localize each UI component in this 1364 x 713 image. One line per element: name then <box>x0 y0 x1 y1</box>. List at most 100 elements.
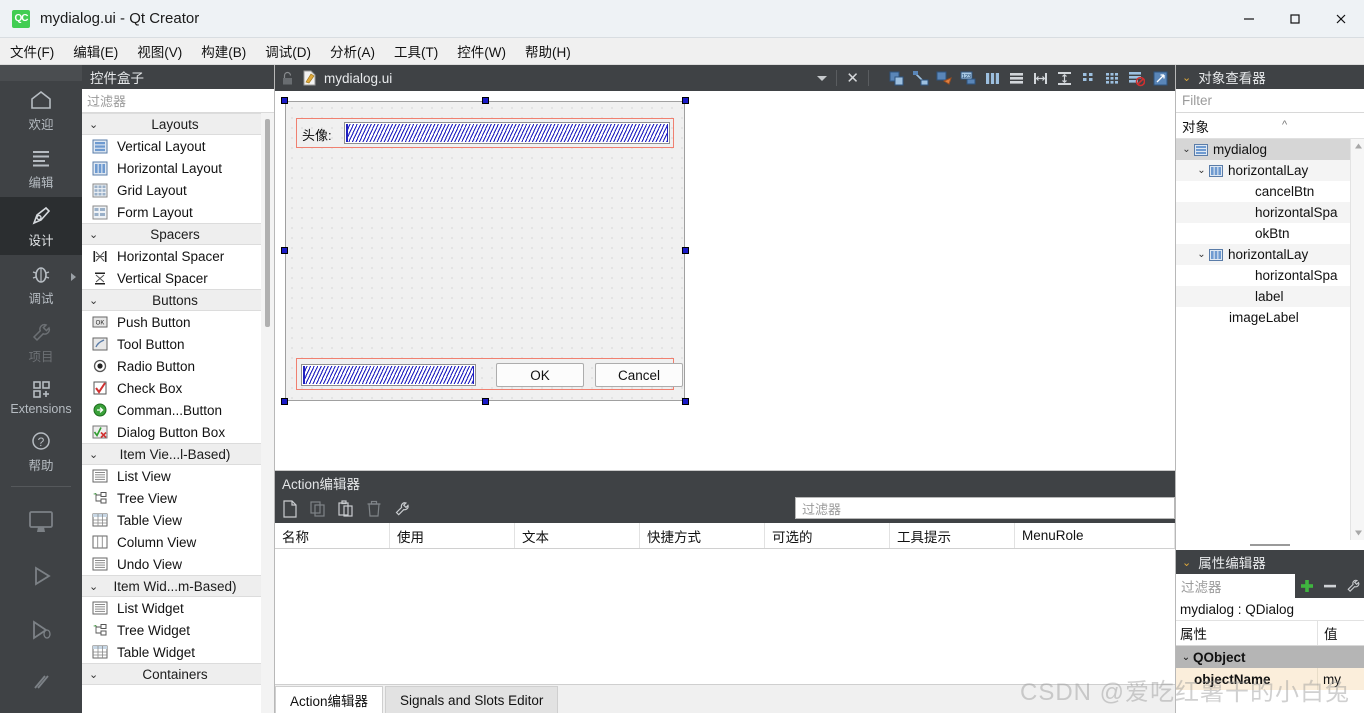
widget-item-push-button[interactable]: OK Push Button <box>82 311 274 333</box>
menu-help[interactable]: 帮助(H) <box>516 38 580 64</box>
form-cancel-button[interactable]: Cancel <box>595 363 683 387</box>
widget-item-table-view[interactable]: Table View <box>82 509 274 531</box>
scroll-up-arrow-icon[interactable] <box>1351 139 1364 153</box>
object-inspector-column-header[interactable]: 对象 ^ <box>1176 113 1364 139</box>
object-row-cancelBtn[interactable]: cancelBtn <box>1176 181 1364 202</box>
build-icon[interactable] <box>24 657 58 707</box>
object-row-horizontalLayout-2[interactable]: ⌄ horizontalLay <box>1176 244 1364 265</box>
widget-item-radio-button[interactable]: Radio Button <box>82 355 274 377</box>
widget-item-horizontal-layout[interactable]: Horizontal Layout <box>82 157 274 179</box>
form-ok-button[interactable]: OK <box>496 363 584 387</box>
configure-property-button[interactable] <box>1341 574 1364 598</box>
new-action-icon[interactable] <box>281 500 299 518</box>
debug-run-icon[interactable] <box>24 603 58 657</box>
widget-item-check-box[interactable]: Check Box <box>82 377 274 399</box>
action-col-menurole[interactable]: MenuRole <box>1015 523 1175 548</box>
resize-handle-bottom-center[interactable] <box>482 398 489 405</box>
menu-widgets[interactable]: 控件(W) <box>448 38 515 64</box>
mode-projects[interactable]: 项目 <box>0 313 82 371</box>
widget-item-table-widget[interactable]: Table Widget <box>82 641 274 663</box>
object-row-okBtn[interactable]: okBtn <box>1176 223 1364 244</box>
widget-item-list-widget[interactable]: List Widget <box>82 597 274 619</box>
form-design-canvas[interactable]: 头像: OK Cancel <box>275 91 1175 471</box>
widget-group-buttons[interactable]: ⌄ Buttons <box>82 289 274 311</box>
menu-edit[interactable]: 编辑(E) <box>64 38 127 64</box>
object-row-horizontalLayout-1[interactable]: ⌄ horizontalLay <box>1176 160 1364 181</box>
widget-item-vertical-spacer[interactable]: Vertical Spacer <box>82 267 274 289</box>
object-inspector-filter-input[interactable]: Filter <box>1176 89 1364 113</box>
widget-group-item-widgets[interactable]: ⌄ Item Wid...m-Based) <box>82 575 274 597</box>
property-row-objectname[interactable]: objectName my <box>1176 668 1364 690</box>
action-editor-list[interactable] <box>275 549 1175 684</box>
property-col-value[interactable]: 值 <box>1318 621 1364 645</box>
layout-splitter-h-icon[interactable] <box>1032 70 1049 87</box>
object-row-horizontalSpacer-1[interactable]: horizontalSpa <box>1176 202 1364 223</box>
object-inspector-scrollbar[interactable] <box>1350 139 1364 540</box>
tab-action-editor[interactable]: Action编辑器 <box>275 686 384 713</box>
lock-icon[interactable] <box>281 71 294 86</box>
mode-debug[interactable]: 调试 <box>0 255 82 313</box>
property-editor-filter-input[interactable]: 过滤器 <box>1176 574 1295 598</box>
action-col-text[interactable]: 文本 <box>515 523 640 548</box>
edit-tab-order-icon[interactable]: 123 <box>960 70 977 87</box>
form-layout-bottom[interactable]: OK Cancel <box>296 358 683 390</box>
edit-buddies-icon[interactable] <box>936 70 953 87</box>
object-inspector-tree[interactable]: ⌄ mydialog ⌄ horizontalLay cancelBtn hor… <box>1176 139 1364 540</box>
mode-help[interactable]: ? 帮助 <box>0 422 82 480</box>
chevron-down-icon[interactable] <box>817 75 828 81</box>
layout-form-icon[interactable] <box>1080 70 1097 87</box>
menu-view[interactable]: 视图(V) <box>128 38 191 64</box>
mode-edit[interactable]: 编辑 <box>0 139 82 197</box>
chevron-down-icon[interactable]: ⌄ <box>1182 556 1191 569</box>
object-row-label[interactable]: label <box>1176 286 1364 307</box>
widget-item-undo-view[interactable]: Undo View <box>82 553 274 575</box>
widget-item-horizontal-spacer[interactable]: Horizontal Spacer <box>82 245 274 267</box>
property-group-qobject[interactable]: ⌄ QObject <box>1176 646 1364 668</box>
widget-box-filter-input[interactable]: 过滤器 <box>82 89 274 113</box>
form-layout-top[interactable]: 头像: <box>296 118 674 148</box>
object-row-horizontalSpacer-2[interactable]: horizontalSpa <box>1176 265 1364 286</box>
resize-handle-middle-right[interactable] <box>682 247 689 254</box>
chevron-down-icon[interactable]: ⌄ <box>1180 144 1193 155</box>
form-image-line-edit[interactable] <box>344 122 670 144</box>
maximize-button[interactable] <box>1272 0 1318 38</box>
chevron-down-icon[interactable]: ⌄ <box>1182 71 1191 84</box>
menu-debug[interactable]: 调试(D) <box>256 38 320 64</box>
mode-design[interactable]: 设计 <box>0 197 82 255</box>
widget-box-scrollbar[interactable] <box>261 113 274 713</box>
mydialog-form[interactable]: 头像: OK Cancel <box>285 101 685 401</box>
action-col-tooltip[interactable]: 工具提示 <box>890 523 1015 548</box>
minimize-button[interactable] <box>1226 0 1272 38</box>
paste-icon[interactable] <box>337 500 355 518</box>
action-col-shortcut[interactable]: 快捷方式 <box>640 523 765 548</box>
widget-item-tree-view[interactable]: Tree View <box>82 487 274 509</box>
break-layout-icon[interactable] <box>1128 70 1145 87</box>
resize-handle-top-left[interactable] <box>281 97 288 104</box>
tab-signals-slots-editor[interactable]: Signals and Slots Editor <box>385 686 559 713</box>
property-value-objectname[interactable]: my <box>1318 668 1364 690</box>
widget-box-scrollbar-thumb[interactable] <box>265 119 270 327</box>
widget-item-vertical-layout[interactable]: Vertical Layout <box>82 135 274 157</box>
widget-group-layouts[interactable]: ⌄ Layouts <box>82 113 274 135</box>
layout-horizontally-icon[interactable] <box>984 70 1001 87</box>
resize-handle-middle-left[interactable] <box>281 247 288 254</box>
action-col-checkable[interactable]: 可选的 <box>765 523 890 548</box>
menu-file[interactable]: 文件(F) <box>1 38 63 64</box>
run-icon[interactable] <box>24 549 58 603</box>
widget-item-column-view[interactable]: Column View <box>82 531 274 553</box>
widget-item-tree-widget[interactable]: Tree Widget <box>82 619 274 641</box>
mode-welcome[interactable]: 欢迎 <box>0 81 82 139</box>
edit-widgets-icon[interactable] <box>888 70 905 87</box>
delete-icon[interactable] <box>365 500 383 518</box>
widget-group-item-views[interactable]: ⌄ Item Vie...l-Based) <box>82 443 274 465</box>
object-row-imageLabel[interactable]: imageLabel <box>1176 307 1364 328</box>
close-button[interactable] <box>1318 0 1364 38</box>
adjust-size-icon[interactable] <box>1152 70 1169 87</box>
widget-item-command-link-button[interactable]: Comman...Button <box>82 399 274 421</box>
layout-splitter-v-icon[interactable] <box>1056 70 1073 87</box>
resize-handle-top-right[interactable] <box>682 97 689 104</box>
action-col-used[interactable]: 使用 <box>390 523 515 548</box>
copy-icon[interactable] <box>309 500 327 518</box>
chevron-down-icon[interactable]: ⌄ <box>1179 652 1193 663</box>
chevron-down-icon[interactable]: ⌄ <box>1195 165 1208 176</box>
